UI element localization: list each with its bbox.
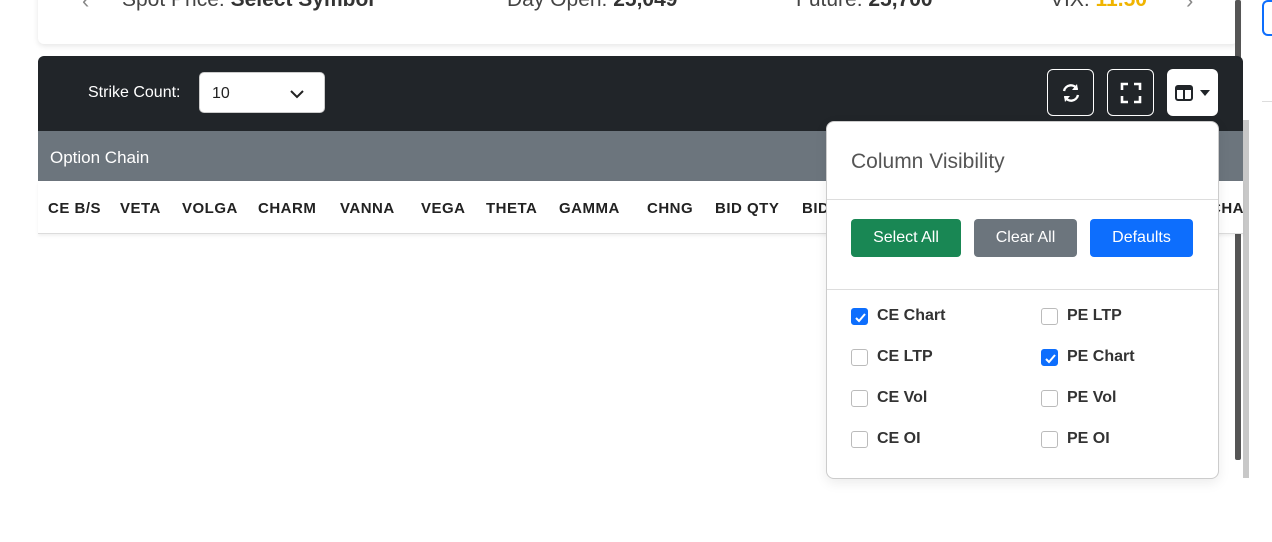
- column-header[interactable]: VETA: [120, 200, 161, 217]
- checkbox-unchecked[interactable]: [1041, 308, 1058, 325]
- check-icon: [855, 313, 866, 323]
- divider: [1262, 101, 1272, 102]
- column-header[interactable]: CHARM: [258, 200, 316, 217]
- strike-count-value: 10: [212, 85, 230, 102]
- checkbox-unchecked[interactable]: [851, 431, 868, 448]
- fullscreen-button[interactable]: [1107, 69, 1154, 116]
- checkbox-label: CE OI: [877, 430, 921, 447]
- column-header[interactable]: THETA: [486, 200, 537, 217]
- checkbox-label: CE Chart: [877, 307, 946, 324]
- option-chain-title: Option Chain: [50, 148, 150, 167]
- checkbox-unchecked[interactable]: [1041, 431, 1058, 448]
- caret-down-icon: [1200, 90, 1210, 96]
- checkbox-label: PE Chart: [1067, 348, 1135, 365]
- spot-price: Spot Price: Select Symbol: [122, 0, 374, 12]
- defaults-button[interactable]: Defaults: [1090, 219, 1193, 257]
- column-header[interactable]: GAMMA: [559, 200, 620, 217]
- refresh-icon: [1062, 84, 1080, 102]
- checkbox-unchecked[interactable]: [851, 390, 868, 407]
- checkbox-label: PE Vol: [1067, 389, 1117, 406]
- side-panel-edge: [1262, 0, 1272, 36]
- column-header[interactable]: CE B/S: [48, 200, 101, 217]
- future-price: Future: 25,700: [796, 0, 933, 12]
- select-all-button[interactable]: Select All: [851, 219, 961, 257]
- column-header[interactable]: VANNA: [340, 200, 395, 217]
- day-open: Day Open: 25,049: [507, 0, 677, 12]
- market-info-card: ‹ Spot Price: Select Symbol Day Open: 25…: [38, 0, 1238, 44]
- vix: VIX: 11.50: [1050, 0, 1147, 12]
- option-chain-toolbar: Strike Count: 10: [38, 56, 1243, 131]
- columns-icon: [1175, 85, 1193, 101]
- popover-title: Column Visibility: [851, 150, 1005, 173]
- day-open-label: Day Open:: [507, 0, 607, 11]
- clear-all-button[interactable]: Clear All: [974, 219, 1077, 257]
- column-header[interactable]: CHNG: [647, 200, 693, 217]
- checkbox-label: CE Vol: [877, 389, 928, 406]
- refresh-button[interactable]: [1047, 69, 1094, 116]
- divider: [827, 199, 1218, 200]
- chevron-down-icon: [290, 90, 304, 99]
- checkbox-checked[interactable]: [1041, 349, 1058, 366]
- next-arrow-icon[interactable]: ›: [1186, 0, 1193, 14]
- prev-arrow-icon[interactable]: ‹: [82, 0, 89, 14]
- strike-count-label: Strike Count:: [88, 84, 181, 101]
- column-header[interactable]: VOLGA: [182, 200, 238, 217]
- checkbox-label: PE OI: [1067, 430, 1110, 447]
- strike-count-select[interactable]: 10: [199, 72, 325, 113]
- spot-price-value: Select Symbol: [231, 0, 375, 11]
- check-icon: [1045, 354, 1056, 364]
- checkbox-unchecked[interactable]: [1041, 390, 1058, 407]
- column-header[interactable]: VEGA: [421, 200, 466, 217]
- day-open-value: 25,049: [613, 0, 677, 11]
- column-visibility-button[interactable]: [1167, 69, 1218, 116]
- spot-price-label: Spot Price:: [122, 0, 225, 11]
- checkbox-label: PE LTP: [1067, 307, 1122, 324]
- divider: [827, 289, 1218, 290]
- checkbox-label: CE LTP: [877, 348, 933, 365]
- column-header[interactable]: BID QTY: [715, 200, 779, 217]
- vix-value: 11.50: [1096, 0, 1147, 11]
- checkbox-unchecked[interactable]: [851, 349, 868, 366]
- future-label: Future:: [796, 0, 863, 11]
- column-visibility-popover: Column Visibility Select All Clear All D…: [826, 121, 1219, 479]
- fullscreen-icon: [1120, 82, 1142, 104]
- vix-label: VIX:: [1050, 0, 1090, 11]
- checkbox-checked[interactable]: [851, 308, 868, 325]
- table-scrollbar[interactable]: [1243, 120, 1249, 478]
- future-value: 25,700: [868, 0, 932, 11]
